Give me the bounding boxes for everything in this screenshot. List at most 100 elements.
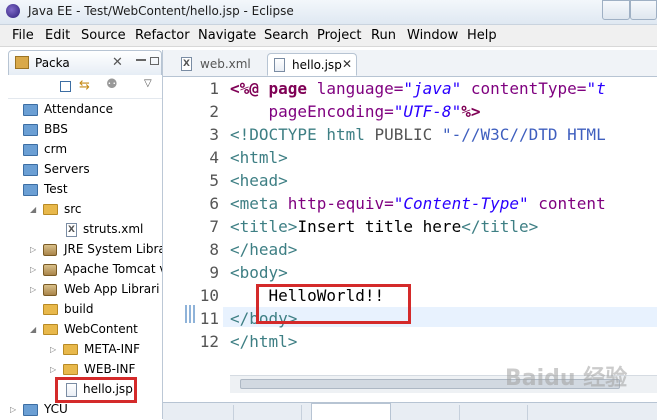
link-with-editor-icon[interactable]: ⇆ xyxy=(79,78,90,93)
code-line[interactable]: <!DOCTYPE html PUBLIC "-//W3C//DTD HTML xyxy=(230,125,606,144)
tree-item-label: struts.xml xyxy=(83,222,144,236)
expand-arrow-icon[interactable]: ▷ xyxy=(10,405,16,414)
menu-window[interactable]: Window xyxy=(407,28,458,43)
view-tab-markers[interactable] xyxy=(175,405,234,420)
tab-hello-jsp[interactable]: hello.jsp ✕ xyxy=(267,53,357,76)
tree-item-webapp-libs[interactable]: ▷ Web App Librari xyxy=(8,280,162,300)
tree-item-build[interactable]: build xyxy=(8,300,162,320)
menu-source[interactable]: Source xyxy=(81,28,126,43)
tree-item-label: WEB-INF xyxy=(84,362,136,376)
code-line[interactable]: <%@ page language="java" contentType="t xyxy=(230,79,606,98)
menu-bar: File Edit Source Refactor Navigate Searc… xyxy=(0,25,657,47)
tree-item-label: META-INF xyxy=(84,342,141,356)
tree-item-meta-inf[interactable]: ▷ META-INF xyxy=(8,340,162,360)
view-tab-data-source[interactable] xyxy=(401,405,460,420)
package-explorer-toolbar: ⇆ ⚉ ▽ xyxy=(8,76,162,99)
folder-icon xyxy=(43,324,58,335)
collapse-all-icon[interactable] xyxy=(60,81,71,92)
code-line[interactable]: <html> xyxy=(230,148,288,167)
code-token: %> xyxy=(461,102,481,121)
expand-arrow-icon[interactable]: ▷ xyxy=(30,245,36,254)
code-token: "java" xyxy=(403,79,471,98)
view-tab-outline[interactable] xyxy=(537,405,595,420)
menu-navigate[interactable]: Navigate xyxy=(198,28,256,43)
line-number: 12 xyxy=(199,332,219,351)
maximize-view-icon[interactable] xyxy=(150,57,159,65)
tab-label: Packa xyxy=(35,56,70,70)
menu-search[interactable]: Search xyxy=(264,28,309,43)
code-token: "-//W3C//DTD HTML xyxy=(441,125,606,144)
code-token: <head> xyxy=(230,171,288,190)
tree-item-bbs[interactable]: BBS xyxy=(8,120,162,140)
view-menu-icon[interactable]: ▽ xyxy=(144,78,152,89)
watermark-logo: Baidu 经验 xyxy=(505,366,628,391)
expand-arrow-icon[interactable]: ▷ xyxy=(30,265,36,274)
code-line[interactable]: pageEncoding="UTF-8"%> xyxy=(230,102,481,121)
code-line[interactable]: <body> xyxy=(230,263,288,282)
tree-item-jre[interactable]: ▷ JRE System Libra xyxy=(8,240,162,260)
code-line[interactable]: <head> xyxy=(230,171,288,190)
menu-file[interactable]: File xyxy=(12,28,34,43)
tree-item-label: build xyxy=(64,302,94,316)
title-bar: Java EE - Test/WebContent/hello.jsp - Ec… xyxy=(0,0,657,25)
code-token: </html> xyxy=(230,332,298,351)
tree-item-tomcat[interactable]: ▷ Apache Tomcat v xyxy=(8,260,162,280)
tree-item-label: JRE System Libra xyxy=(64,242,163,256)
code-line[interactable]: <meta http-equiv="Content-Type" content xyxy=(230,194,606,213)
line-number: 8 xyxy=(209,240,219,259)
xml-file-icon: X xyxy=(66,223,77,237)
library-icon xyxy=(43,244,57,256)
line-number: 4 xyxy=(209,148,219,167)
tree-item-label: src xyxy=(64,202,82,216)
code-editor[interactable]: 1 2 3 4 5 6 7 8 9 10 11 12 <%@ page language="java"… xyxy=(163,77,657,374)
view-tab-servers[interactable] xyxy=(311,403,391,420)
code-line[interactable]: </head> xyxy=(230,240,297,259)
code-token: html xyxy=(326,125,375,144)
minimize-button[interactable] xyxy=(602,0,630,20)
close-icon[interactable]: ✕ xyxy=(112,55,123,70)
line-number: 2 xyxy=(209,102,219,121)
tree-item-struts-xml[interactable]: X struts.xml xyxy=(8,220,162,240)
expand-arrow-icon[interactable]: ▷ xyxy=(50,365,56,374)
code-line[interactable]: <title>Insert title here</title> xyxy=(230,217,538,236)
view-tab-snippets[interactable] xyxy=(469,405,528,420)
bottom-view-tabs xyxy=(163,402,657,420)
project-folder-icon xyxy=(23,124,38,136)
tab-web-xml[interactable]: X web.xml xyxy=(175,53,267,76)
line-number: 7 xyxy=(209,217,219,236)
tree-item-label: Servers xyxy=(44,162,90,176)
line-number: 9 xyxy=(209,263,219,282)
folder-icon xyxy=(63,364,78,375)
code-token: contentType= xyxy=(470,79,587,98)
tree-item-servers[interactable]: Servers xyxy=(8,160,162,180)
close-tab-icon[interactable]: ✕ xyxy=(342,57,352,71)
tree-item-webcontent[interactable]: ◢ WebContent xyxy=(8,320,162,340)
code-token: page xyxy=(268,79,317,98)
menu-run[interactable]: Run xyxy=(371,28,396,43)
collapse-arrow-icon[interactable]: ◢ xyxy=(30,325,36,334)
tree-item-src[interactable]: ◢ src xyxy=(8,200,162,220)
expand-arrow-icon[interactable]: ▷ xyxy=(30,285,36,294)
code-token: language= xyxy=(316,79,404,98)
maximize-button[interactable] xyxy=(630,0,657,20)
project-folder-icon xyxy=(23,164,38,176)
code-token: content xyxy=(538,194,606,213)
view-tab-properties[interactable] xyxy=(243,405,302,420)
tree-item-crm[interactable]: crm xyxy=(8,140,162,160)
menu-refactor[interactable]: Refactor xyxy=(135,28,190,43)
collapse-arrow-icon[interactable]: ◢ xyxy=(30,205,36,214)
minimize-view-icon[interactable] xyxy=(136,59,146,64)
menu-project[interactable]: Project xyxy=(317,28,361,43)
code-line[interactable]: </html> xyxy=(230,332,297,351)
menu-edit[interactable]: Edit xyxy=(45,28,70,43)
tree-item-attendance[interactable]: Attendance xyxy=(8,100,162,120)
menu-help[interactable]: Help xyxy=(467,28,497,43)
editor-gutter xyxy=(163,77,181,374)
code-token: </title> xyxy=(461,217,539,236)
expand-arrow-icon[interactable]: ▷ xyxy=(50,345,56,354)
code-token: "t xyxy=(586,79,606,98)
package-explorer-tab[interactable]: Packa ✕ xyxy=(8,50,162,75)
focus-task-icon[interactable]: ⚉ xyxy=(106,77,118,92)
tree-item-label: WebContent xyxy=(64,322,138,336)
tree-item-test[interactable]: Test xyxy=(8,180,162,200)
